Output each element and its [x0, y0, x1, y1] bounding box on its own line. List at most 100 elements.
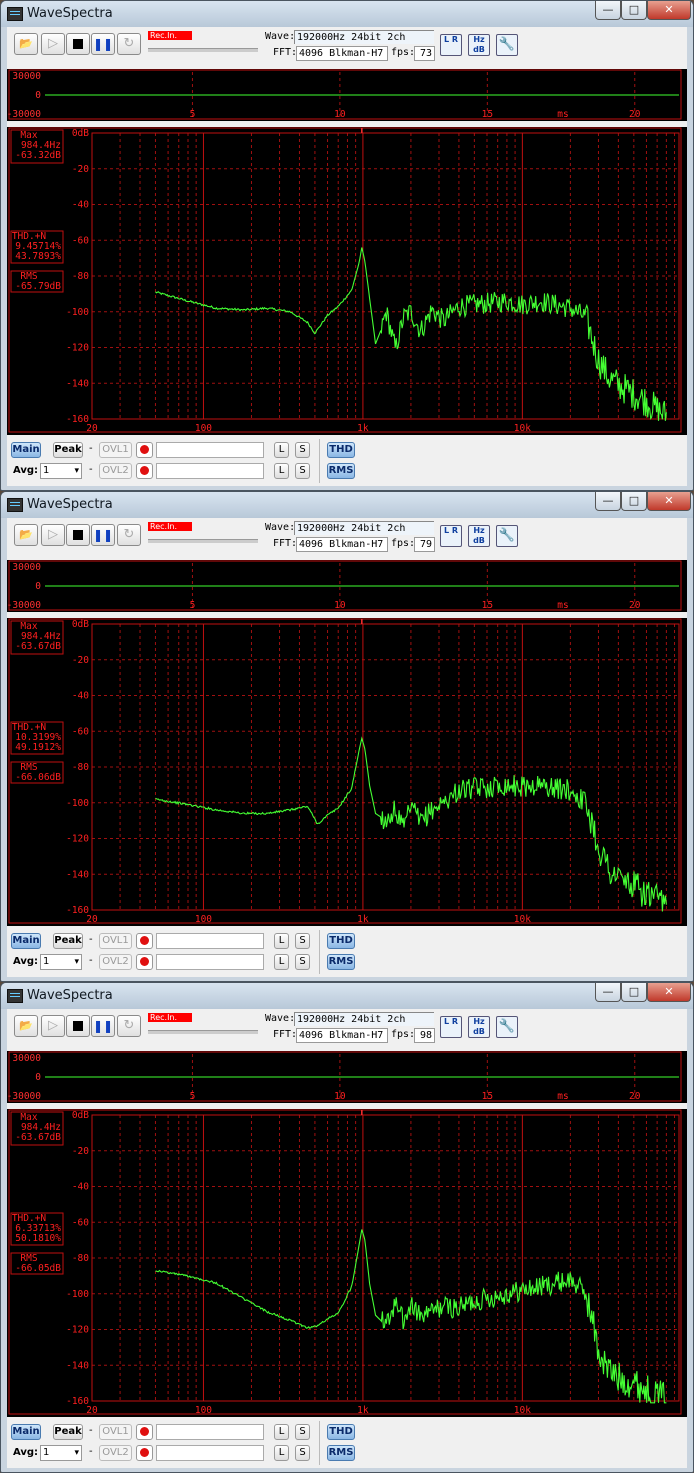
minimize-button[interactable]: — [595, 492, 621, 511]
ovl1-button[interactable]: OVL1 [99, 442, 132, 458]
ovl2-l-button[interactable]: L [274, 1445, 289, 1461]
freq-tick-label: 1k [357, 914, 369, 925]
stop-icon[interactable] [66, 33, 90, 55]
rms-button[interactable]: RMS [327, 463, 355, 479]
app-icon [7, 498, 23, 512]
db-tick-label: -100 [66, 798, 89, 809]
open-icon[interactable]: 📂 [14, 1015, 38, 1037]
ovl2-record-button[interactable] [136, 954, 153, 970]
fft-setting-value[interactable]: 4096 Blkman-H7 [296, 46, 388, 61]
thd-button[interactable]: THD [327, 1424, 355, 1440]
play-icon[interactable]: ▷ [41, 1015, 65, 1037]
minimize-button[interactable]: — [595, 983, 621, 1002]
close-button[interactable]: ✕ [647, 492, 691, 511]
hz-db-scale-icon[interactable]: Hz dB [468, 525, 490, 547]
play-icon[interactable]: ▷ [41, 524, 65, 546]
avg-select[interactable]: 1 [40, 463, 82, 479]
minimize-button[interactable]: — [595, 1, 621, 20]
settings-wrench-icon[interactable]: 🔧 [496, 34, 518, 56]
settings-wrench-icon[interactable]: 🔧 [496, 525, 518, 547]
peak-button[interactable]: Peak [53, 442, 83, 458]
ovl2-l-button[interactable]: L [274, 463, 289, 479]
lr-channel-icon[interactable]: L R [440, 1016, 462, 1038]
wave-format-value: 192000Hz 24bit 2ch [294, 30, 434, 44]
avg-select[interactable]: 1 [40, 954, 82, 970]
ovl2-record-button[interactable] [136, 463, 153, 479]
hz-db-scale-icon[interactable]: Hz dB [468, 1016, 490, 1038]
title-bar[interactable]: WaveSpectra — □ ✕ [1, 983, 693, 1009]
ovl2-button[interactable]: OVL2 [99, 463, 132, 479]
ovl1-name-field[interactable] [156, 933, 264, 949]
wave-label: Wave: [265, 1013, 296, 1024]
peak-button[interactable]: Peak [53, 1424, 83, 1440]
main-button[interactable]: Main [11, 1424, 41, 1440]
ovl2-button[interactable]: OVL2 [99, 1445, 132, 1461]
ovl1-l-button[interactable]: L [274, 1424, 289, 1440]
loop-icon[interactable]: ↻ [117, 33, 141, 55]
ovl1-s-button[interactable]: S [295, 442, 310, 458]
ovl1-l-button[interactable]: L [274, 933, 289, 949]
ovl1-name-field[interactable] [156, 442, 264, 458]
ovl1-record-button[interactable] [136, 1424, 153, 1440]
ovl1-s-button[interactable]: S [295, 1424, 310, 1440]
open-icon[interactable]: 📂 [14, 524, 38, 546]
loop-icon[interactable]: ↻ [117, 1015, 141, 1037]
ovl2-name-field[interactable] [156, 954, 264, 970]
ovl2-s-button[interactable]: S [295, 463, 310, 479]
ovl1-name-field[interactable] [156, 1424, 264, 1440]
open-icon[interactable]: 📂 [14, 33, 38, 55]
rms-button[interactable]: RMS [327, 1445, 355, 1461]
pause-icon[interactable]: ❚❚ [91, 1015, 115, 1037]
play-icon[interactable]: ▷ [41, 33, 65, 55]
main-button[interactable]: Main [11, 442, 41, 458]
rms-button[interactable]: RMS [327, 954, 355, 970]
ovl2-l-button[interactable]: L [274, 954, 289, 970]
thd-button[interactable]: THD [327, 933, 355, 949]
thd-button[interactable]: THD [327, 442, 355, 458]
ovl2-name-field[interactable] [156, 463, 264, 479]
main-button[interactable]: Main [11, 933, 41, 949]
ovl1-l-button[interactable]: L [274, 442, 289, 458]
wave-y-tick: 30000 [12, 562, 41, 573]
wave-label: Wave: [265, 522, 296, 533]
lr-channel-icon[interactable]: L R [440, 34, 462, 56]
wave-format-value: 192000Hz 24bit 2ch [294, 521, 434, 535]
fft-setting-value[interactable]: 4096 Blkman-H7 [296, 537, 388, 552]
ovl1-button[interactable]: OVL1 [99, 933, 132, 949]
ovl2-record-button[interactable] [136, 1445, 153, 1461]
maximize-button[interactable]: □ [621, 1, 647, 20]
ovl1-s-button[interactable]: S [295, 933, 310, 949]
loop-icon[interactable]: ↻ [117, 524, 141, 546]
hz-db-scale-icon[interactable]: Hz dB [468, 34, 490, 56]
peak-button[interactable]: Peak [53, 933, 83, 949]
settings-wrench-icon[interactable]: 🔧 [496, 1016, 518, 1038]
close-button[interactable]: ✕ [647, 983, 691, 1002]
fft-setting-value[interactable]: 4096 Blkman-H7 [296, 1028, 388, 1043]
maximize-button[interactable]: □ [621, 492, 647, 511]
level-slider[interactable] [148, 1030, 258, 1034]
maximize-button[interactable]: □ [621, 983, 647, 1002]
stop-icon[interactable] [66, 1015, 90, 1037]
close-button[interactable]: ✕ [647, 1, 691, 20]
ovl2-name-field[interactable] [156, 1445, 264, 1461]
ovl2-button[interactable]: OVL2 [99, 954, 132, 970]
ovl1-record-button[interactable] [136, 933, 153, 949]
pause-icon[interactable]: ❚❚ [91, 524, 115, 546]
wave-x-tick: 20 [629, 1091, 641, 1102]
spectrum-display: 0dB -20 -40 -60 -80 -100 -120 -140 -160 20 100 1k 10… [7, 1109, 687, 1417]
avg-select[interactable]: 1 [40, 1445, 82, 1461]
title-bar[interactable]: WaveSpectra — □ ✕ [1, 1, 693, 27]
pause-icon[interactable]: ❚❚ [91, 33, 115, 55]
level-slider[interactable] [148, 48, 258, 52]
ovl1-button[interactable]: OVL1 [99, 1424, 132, 1440]
stop-icon[interactable] [66, 524, 90, 546]
title-bar[interactable]: WaveSpectra — □ ✕ [1, 492, 693, 518]
panel-divider [319, 439, 320, 483]
ovl2-s-button[interactable]: S [295, 1445, 310, 1461]
ovl1-record-button[interactable] [136, 442, 153, 458]
wavespectra-window: WaveSpectra — □ ✕ 📂 ▷ ❚❚ ↻ Rec.In. Wave:… [0, 982, 694, 1473]
lr-channel-icon[interactable]: L R [440, 525, 462, 547]
level-slider[interactable] [148, 539, 258, 543]
ovl2-s-button[interactable]: S [295, 954, 310, 970]
fps-label: fps: [391, 538, 416, 549]
